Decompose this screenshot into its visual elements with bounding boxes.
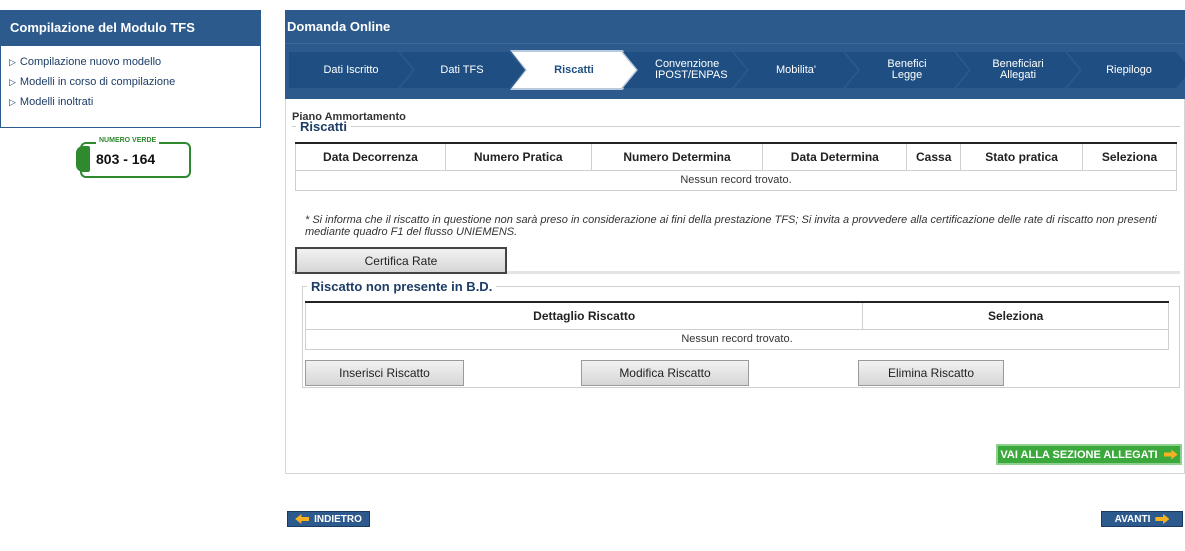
col-cassa: Cassa [906,142,962,171]
arrow-right-icon [1163,449,1178,460]
riscatti-table: Data Decorrenza Numero Pratica Numero De… [295,142,1177,191]
modifica-riscatto-button[interactable]: Modifica Riscatto [581,360,749,386]
avanti-label: AVANTI [1114,513,1151,525]
riscatti-fieldset: Riscatti Data Decorrenza Numero Pratica … [292,119,1180,274]
link-compilazione-nuovo-modello[interactable]: ▷ Compilazione nuovo modello [9,52,252,72]
riscatto-non-presente-table: Dettaglio Riscatto Seleziona Nessun reco… [304,301,1169,350]
step-label: Dati Iscritto [323,63,379,76]
step-label: Benefici Legge [887,58,927,81]
sidebar-links: ▷ Compilazione nuovo modello ▷ Modelli i… [0,46,261,128]
table-header-row: Data Decorrenza Numero Pratica Numero De… [295,142,1177,171]
avanti-button[interactable]: AVANTI [1101,511,1183,527]
arrow-right-icon [1155,514,1170,524]
riscatti-note: * Si informa che il riscatto in question… [305,214,1157,238]
numero-verde-label: NUMERO VERDE [96,137,160,144]
riscatti-legend: Riscatti [300,119,347,134]
sidebar: Compilazione del Modulo TFS ▷ Compilazio… [0,10,261,128]
triangle-right-icon: ▷ [9,96,16,107]
step-label: Dati TFS [440,63,484,76]
col-seleziona: Seleziona [862,301,1169,330]
triangle-right-icon: ▷ [9,56,16,67]
triangle-right-icon: ▷ [9,76,16,87]
step-dati-iscritto[interactable]: Dati Iscritto [289,52,413,88]
link-modelli-in-corso[interactable]: ▷ Modelli in corso di compilazione [9,72,252,92]
col-data-decorrenza: Data Decorrenza [295,142,446,171]
step-label: Mobilita' [775,63,816,76]
link-label: Modelli inoltrati [19,96,94,108]
numero-verde-badge: NUMERO VERDE 803 - 164 [76,137,191,180]
arrow-left-icon [295,514,310,524]
link-modelli-inoltrati[interactable]: ▷ Modelli inoltrati [9,92,252,112]
numero-verde-number: 803 - 164 [96,151,156,167]
link-label: Modelli in corso di compilazione [19,76,176,88]
allegati-label: VAI ALLA SEZIONE ALLEGATI [1000,448,1158,461]
table-row: Nessun record trovato. [305,328,1169,350]
elimina-riscatto-button[interactable]: Elimina Riscatto [858,360,1004,386]
table-header-row: Dettaglio Riscatto Seleziona [304,301,1169,330]
col-numero-pratica: Numero Pratica [444,142,592,171]
step-riepilogo[interactable]: Riepilogo [1067,52,1185,88]
indietro-label: INDIETRO [314,513,362,525]
main-panel: Domanda Online Dati Iscritto Dati TFS Ri… [285,10,1185,474]
step-convenzione[interactable]: Convenzione IPOST/ENPAS [623,52,747,88]
step-dati-tfs[interactable]: Dati TFS [400,52,524,88]
content-area: Piano Ammortamento Riscatti Data Decorre… [285,99,1185,474]
step-label: Riscatti [554,63,594,76]
link-label: Compilazione nuovo modello [19,56,162,68]
riscatto-non-presente-legend: Riscatto non presente in B.D. [311,279,493,294]
step-label: Riepilogo [1106,63,1152,76]
main-title: Domanda Online [285,10,1185,43]
col-data-determina: Data Determina [762,142,908,171]
riscatto-non-presente-fieldset: Riscatto non presente in B.D. Dettaglio … [302,279,1180,388]
empty-message: Nessun record trovato. [295,169,1177,191]
col-dettaglio-riscatto: Dettaglio Riscatto [304,301,864,330]
inserisci-riscatto-button[interactable]: Inserisci Riscatto [305,360,464,386]
col-numero-determina: Numero Determina [590,142,764,171]
sidebar-title: Compilazione del Modulo TFS [0,10,261,46]
phone-icon [76,146,90,172]
step-benefici-legge[interactable]: Benefici Legge [845,52,969,88]
certifica-rate-button[interactable]: Certifica Rate [295,247,507,274]
wizard-steps: Dati Iscritto Dati TFS Riscatti Convenzi… [285,43,1185,99]
col-seleziona: Seleziona [1082,142,1177,171]
step-riscatti[interactable]: Riscatti [512,52,636,88]
vai-sezione-allegati-button[interactable]: VAI ALLA SEZIONE ALLEGATI [996,444,1182,465]
indietro-button[interactable]: INDIETRO [287,511,370,527]
empty-message: Nessun record trovato. [305,328,1169,350]
col-stato-pratica: Stato pratica [960,142,1084,171]
step-beneficiari-allegati[interactable]: Beneficiari Allegati [956,52,1080,88]
step-label: Convenzione IPOST/ENPAS [655,58,728,81]
table-row: Nessun record trovato. [295,169,1177,191]
step-mobilita[interactable]: Mobilita' [734,52,858,88]
step-label: Beneficiari Allegati [992,58,1044,81]
